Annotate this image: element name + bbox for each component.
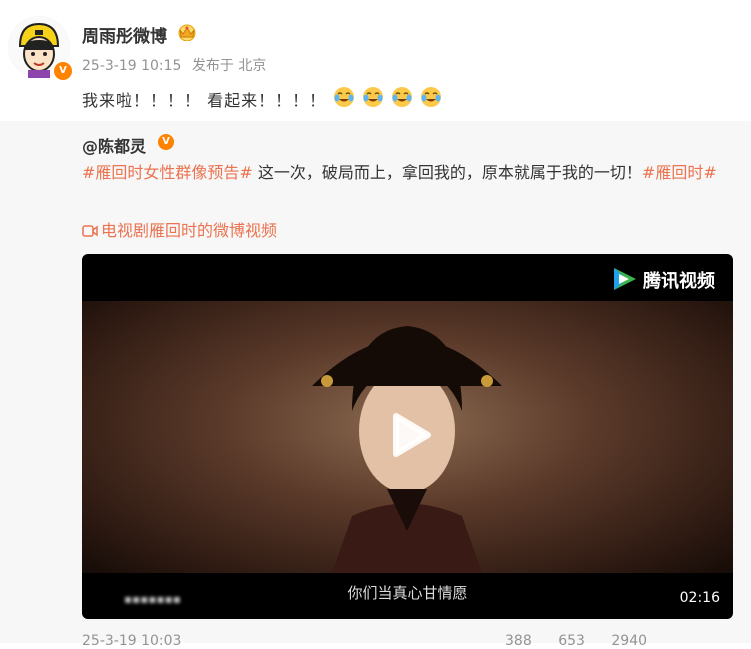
post-source: 发布于 北京 [191,58,267,74]
video-player[interactable]: 腾讯视频 ▪▪▪▪▪▪▪ 你们当真心甘情愿 02:16 [82,254,733,619]
comment-count[interactable]: 653 [558,633,585,649]
repost-card: @陈都灵 V #雁回时女性群像预告# 这一次，破局而上，拿回我的，原本就属于我的… [0,121,751,643]
repost-author[interactable]: @陈都灵 [82,133,146,157]
video-subtitle: 你们当真心甘情愿 [347,584,468,602]
play-icon[interactable] [386,412,432,458]
video-duration: 02:16 [679,590,720,606]
vip-crown-icon[interactable] [176,23,198,41]
repost-text: #雁回时女性群像预告# 这一次，破局而上，拿回我的，原本就属于我的一切！#雁回时… [82,159,737,186]
video-source-label: 电视剧雁回时的微博视频 [101,221,278,240]
repost-time[interactable]: 25-3-19 10:03 [82,633,181,649]
post-text: 我来啦！！！！ 看起来！！！！ [82,91,327,110]
like-count[interactable]: 2940 [611,633,647,649]
repost-count[interactable]: 388 [505,633,532,649]
hashtag-link[interactable]: #雁回时# [642,163,717,182]
crying-laugh-emoji-icon [392,87,413,107]
verified-badge-icon: V [52,60,74,82]
crying-laugh-emoji-icon [363,87,384,107]
crying-laugh-emoji-icon [421,87,442,107]
post-meta: 25-3-19 10:15 发布于 北京 [82,55,272,75]
post-author[interactable]: 周雨彤微博 [82,22,167,47]
tencent-video-logo-icon [614,268,636,290]
repost-actions: 388 653 2940 [505,633,669,649]
repost-verified-badge-icon: V [158,134,174,150]
crying-laugh-emoji-icon [334,87,354,107]
video-source-link[interactable]: 电视剧雁回时的微博视频 [82,217,277,241]
video-brand: 腾讯视频 [643,271,715,292]
hashtag-link[interactable]: #雁回时女性群像预告# [82,163,253,182]
post-time[interactable]: 25-3-19 10:15 [82,58,181,74]
video-camera-icon [82,225,98,237]
repost-body: 这一次，破局而上，拿回我的，原本就属于我的一切！ [252,163,642,182]
emoji-group [333,86,444,108]
